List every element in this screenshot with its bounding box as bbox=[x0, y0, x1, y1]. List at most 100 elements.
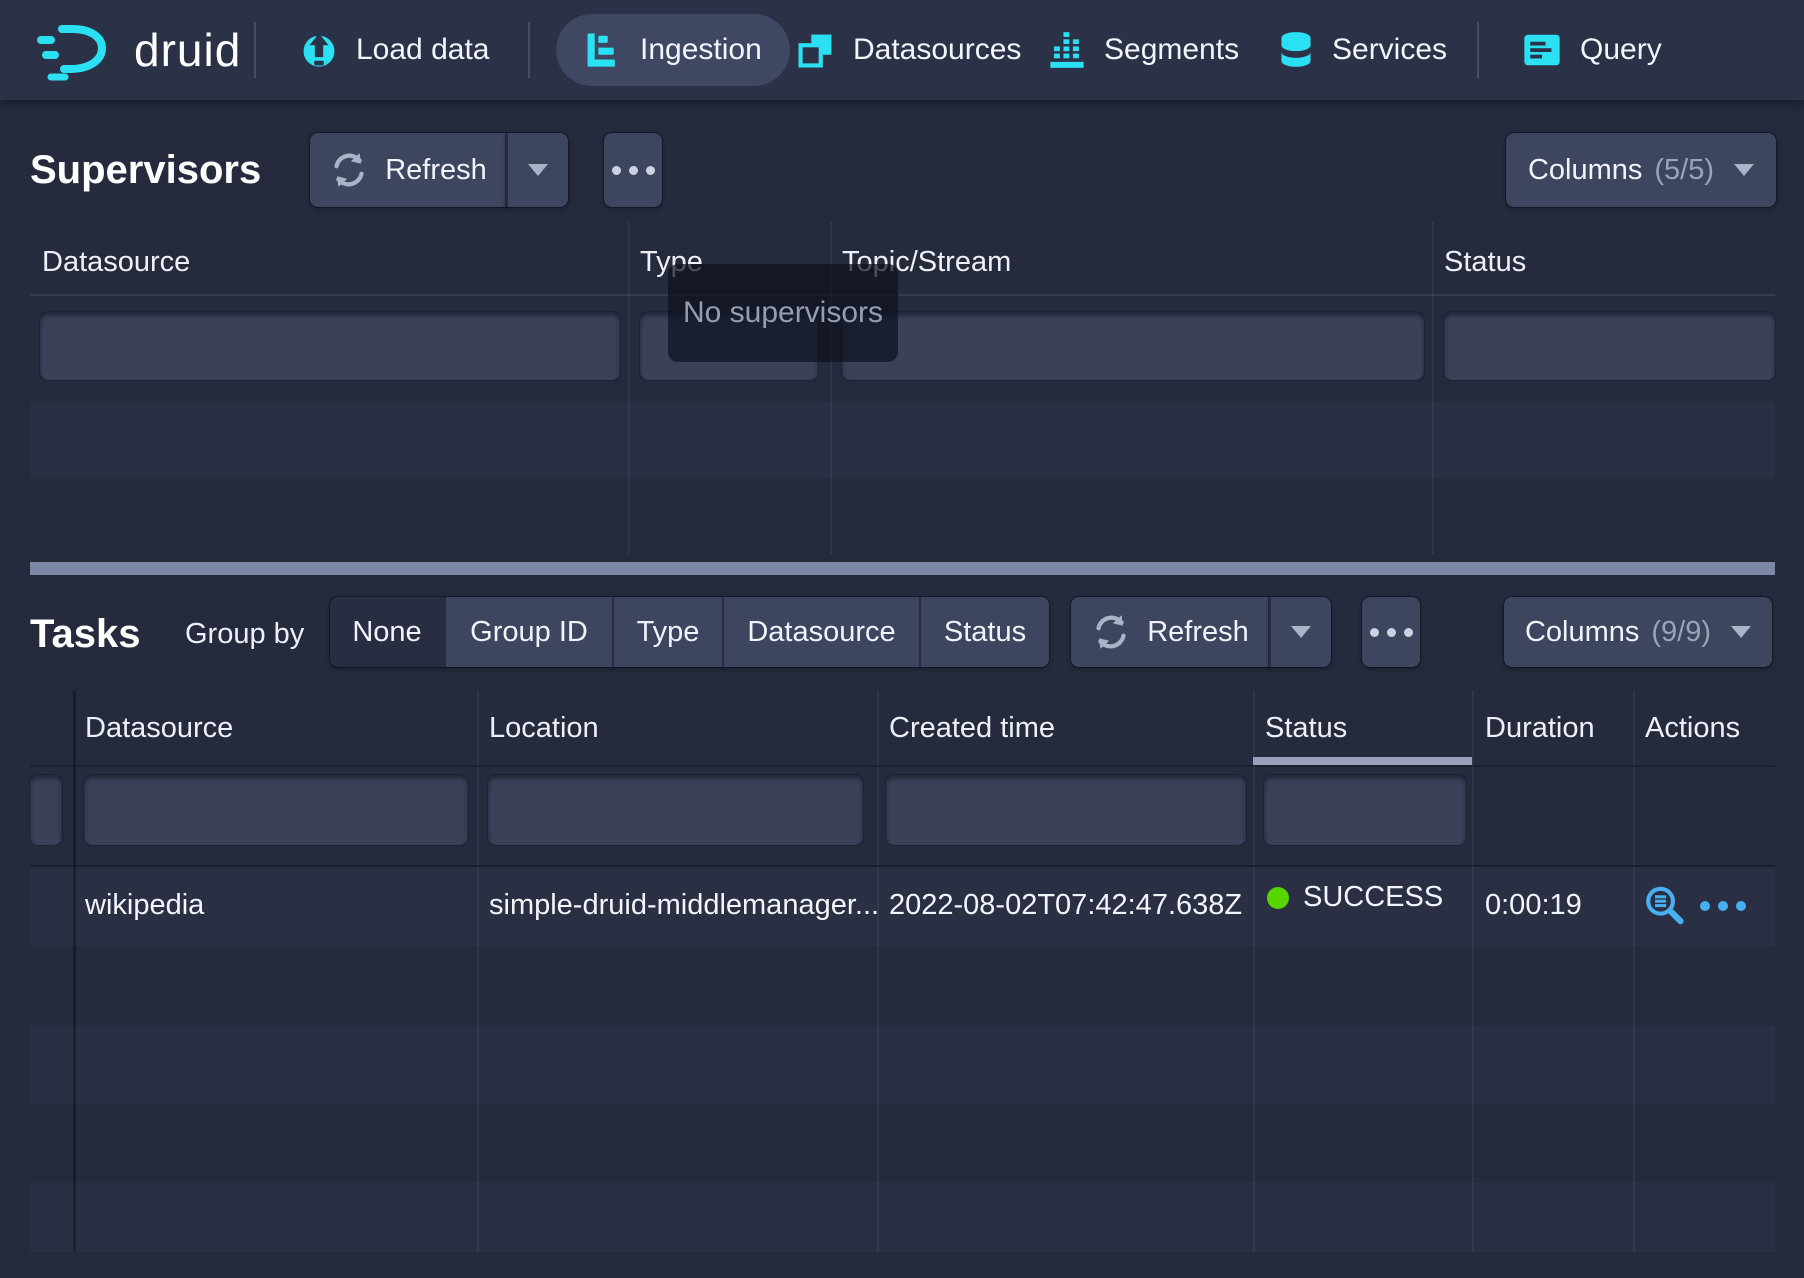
group-by-group-id-button[interactable]: Group ID bbox=[446, 597, 614, 667]
druid-logo[interactable]: druid bbox=[36, 0, 241, 100]
column-header-datasource[interactable]: Datasource bbox=[42, 246, 190, 279]
top-navbar: druid Load data Ingestion Datasources bbox=[0, 0, 1804, 100]
nav-divider bbox=[254, 22, 256, 78]
task-datasource-cell[interactable]: wikipedia bbox=[85, 889, 204, 922]
upload-icon bbox=[300, 31, 338, 69]
group-by-label: Group by bbox=[185, 618, 304, 651]
header-divider bbox=[30, 765, 1775, 767]
refresh-icon bbox=[329, 150, 369, 190]
magnifier-text-icon bbox=[1642, 884, 1686, 928]
table-row bbox=[30, 1025, 1775, 1104]
task-location-cell[interactable]: simple-druid-middlemanager... bbox=[489, 889, 879, 922]
nav-item-datasources[interactable]: Datasources bbox=[797, 0, 1021, 100]
task-duration-cell[interactable]: 0:00:19 bbox=[1485, 889, 1582, 922]
more-icon bbox=[612, 166, 655, 175]
group-by-button-group: None Group ID Type Datasource Status bbox=[330, 597, 1049, 667]
refresh-label: Refresh bbox=[385, 154, 487, 187]
column-divider bbox=[477, 690, 479, 1252]
chevron-down-icon bbox=[1291, 626, 1311, 638]
horizontal-scrollbar[interactable] bbox=[30, 562, 1775, 575]
supervisors-more-button[interactable] bbox=[604, 133, 662, 207]
druid-logo-icon bbox=[36, 19, 118, 81]
task-created-time-cell[interactable]: 2022-08-02T07:42:47.638Z bbox=[889, 889, 1242, 922]
tasks-refresh-dropdown-button[interactable] bbox=[1269, 597, 1331, 667]
nav-item-load-data[interactable]: Load data bbox=[300, 0, 489, 100]
datasource-filter-input[interactable] bbox=[40, 312, 620, 380]
services-icon bbox=[1278, 31, 1314, 69]
nav-item-label: Query bbox=[1580, 33, 1662, 67]
datasource-filter-input[interactable] bbox=[84, 775, 468, 845]
supervisors-columns-button[interactable]: Columns (5/5) bbox=[1506, 133, 1776, 207]
refresh-label: Refresh bbox=[1147, 616, 1249, 649]
columns-label: Columns bbox=[1525, 616, 1639, 649]
query-icon bbox=[1522, 32, 1562, 68]
header-divider bbox=[30, 294, 1775, 296]
group-by-status-button[interactable]: Status bbox=[921, 597, 1049, 667]
nav-item-ingestion[interactable]: Ingestion bbox=[556, 14, 790, 86]
nav-item-services[interactable]: Services bbox=[1278, 0, 1447, 100]
nav-item-label: Ingestion bbox=[640, 33, 762, 67]
supervisors-title: Supervisors bbox=[30, 148, 261, 193]
task-status-cell[interactable]: SUCCESS bbox=[1267, 881, 1443, 914]
tasks-more-button[interactable] bbox=[1362, 597, 1420, 667]
group-by-datasource-button[interactable]: Datasource bbox=[724, 597, 921, 667]
nav-item-segments[interactable]: Segments bbox=[1048, 0, 1239, 100]
task-detail-button[interactable] bbox=[1642, 884, 1686, 933]
table-row bbox=[30, 1183, 1775, 1252]
sort-indicator bbox=[1253, 757, 1472, 765]
group-by-type-button[interactable]: Type bbox=[614, 597, 724, 667]
column-header-status[interactable]: Status bbox=[1265, 712, 1347, 745]
created-time-filter-input[interactable] bbox=[886, 775, 1246, 845]
column-header-actions[interactable]: Actions bbox=[1645, 712, 1740, 745]
columns-label: Columns bbox=[1528, 154, 1642, 187]
chevron-down-icon bbox=[528, 164, 548, 176]
chevron-down-icon bbox=[1734, 164, 1754, 176]
table-row bbox=[30, 402, 1775, 478]
column-header-duration[interactable]: Duration bbox=[1485, 712, 1595, 745]
task-actions-button[interactable] bbox=[1700, 901, 1746, 911]
filter-row-divider bbox=[30, 865, 1775, 867]
ingestion-icon bbox=[584, 31, 622, 69]
status-badge: SUCCESS bbox=[1303, 881, 1443, 914]
chevron-down-icon bbox=[1731, 626, 1751, 638]
tasks-refresh-button[interactable]: Refresh bbox=[1071, 597, 1269, 667]
column-divider bbox=[1432, 222, 1434, 554]
column-divider bbox=[628, 222, 630, 554]
nav-divider bbox=[1477, 22, 1479, 78]
column-header-status[interactable]: Status bbox=[1444, 246, 1526, 279]
columns-count: (5/5) bbox=[1654, 154, 1714, 187]
refresh-icon bbox=[1091, 612, 1131, 652]
column-divider bbox=[1472, 690, 1474, 1252]
column-header-datasource[interactable]: Datasource bbox=[85, 712, 233, 745]
column-divider bbox=[1633, 690, 1635, 1252]
status-filter-input[interactable] bbox=[1264, 775, 1466, 845]
status-filter-input[interactable] bbox=[1444, 312, 1775, 380]
more-icon bbox=[1370, 628, 1413, 637]
task-id-filter-input[interactable] bbox=[30, 775, 62, 845]
empty-state-message: No supervisors bbox=[668, 264, 898, 362]
column-divider bbox=[877, 690, 879, 1252]
location-filter-input[interactable] bbox=[488, 775, 863, 845]
datasources-icon bbox=[797, 31, 835, 69]
column-header-location[interactable]: Location bbox=[489, 712, 599, 745]
supervisors-refresh-dropdown-button[interactable] bbox=[506, 133, 568, 207]
nav-item-label: Load data bbox=[356, 33, 489, 67]
column-divider bbox=[73, 690, 76, 1252]
column-header-created-time[interactable]: Created time bbox=[889, 712, 1055, 745]
column-divider bbox=[1253, 690, 1255, 1252]
group-by-none-button[interactable]: None bbox=[330, 597, 446, 667]
nav-item-label: Datasources bbox=[853, 33, 1021, 67]
supervisors-refresh-button[interactable]: Refresh bbox=[310, 133, 506, 207]
topic-stream-filter-input[interactable] bbox=[842, 312, 1424, 380]
nav-item-label: Services bbox=[1332, 33, 1447, 67]
more-icon bbox=[1700, 901, 1710, 911]
tasks-title: Tasks bbox=[30, 612, 140, 657]
nav-item-label: Segments bbox=[1104, 33, 1239, 67]
segments-icon bbox=[1048, 31, 1086, 69]
tasks-columns-button[interactable]: Columns (9/9) bbox=[1504, 597, 1772, 667]
status-success-dot bbox=[1267, 887, 1289, 909]
nav-item-query[interactable]: Query bbox=[1522, 0, 1662, 100]
nav-divider bbox=[528, 22, 530, 78]
columns-count: (9/9) bbox=[1651, 616, 1711, 649]
druid-logo-text: druid bbox=[134, 23, 241, 77]
